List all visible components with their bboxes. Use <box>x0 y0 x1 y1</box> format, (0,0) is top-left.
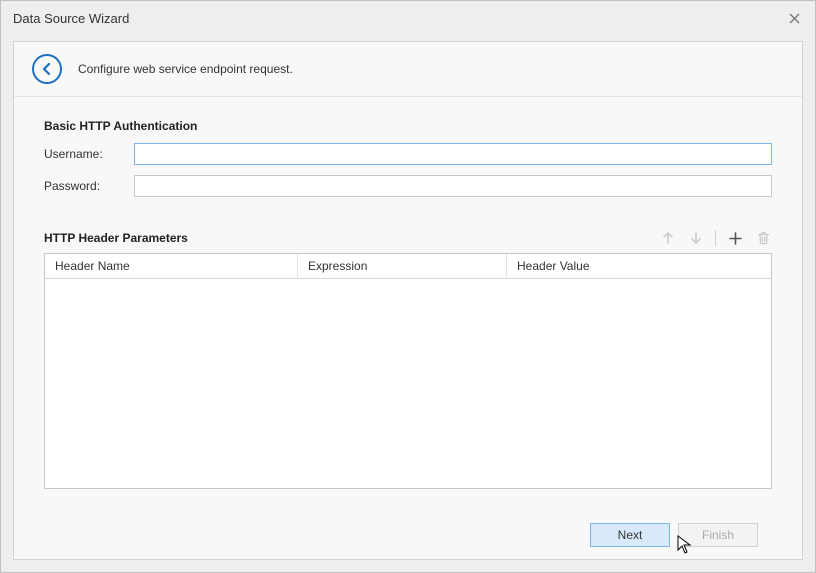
headers-toolbar <box>659 229 772 247</box>
wizard-body: Basic HTTP Authentication Username: Pass… <box>14 97 802 559</box>
trash-icon <box>757 231 770 245</box>
wizard-window: Data Source Wizard Configure web service… <box>0 0 816 573</box>
username-label: Username: <box>44 147 134 161</box>
headers-section-title: HTTP Header Parameters <box>44 231 188 245</box>
next-button[interactable]: Next <box>590 523 670 547</box>
password-label: Password: <box>44 179 134 193</box>
arrow-down-icon <box>690 231 702 245</box>
step-header: Configure web service endpoint request. <box>14 42 802 97</box>
move-up-button[interactable] <box>659 229 677 247</box>
headers-section-header: HTTP Header Parameters <box>44 229 772 247</box>
col-header-value[interactable]: Header Value <box>507 254 771 278</box>
col-header-expression[interactable]: Expression <box>298 254 507 278</box>
password-input[interactable] <box>134 175 772 197</box>
password-row: Password: <box>44 175 772 197</box>
content-panel: Configure web service endpoint request. … <box>13 41 803 560</box>
grid-body[interactable] <box>45 279 771 488</box>
move-down-button[interactable] <box>687 229 705 247</box>
titlebar: Data Source Wizard <box>1 1 815 35</box>
grid-header: Header Name Expression Header Value <box>45 254 771 279</box>
headers-grid: Header Name Expression Header Value <box>44 253 772 489</box>
back-button[interactable] <box>32 54 62 84</box>
arrow-left-icon <box>39 61 55 77</box>
add-button[interactable] <box>726 229 744 247</box>
arrow-up-icon <box>662 231 674 245</box>
window-title: Data Source Wizard <box>13 11 129 26</box>
delete-button[interactable] <box>754 229 772 247</box>
auth-section-title: Basic HTTP Authentication <box>44 119 772 133</box>
col-header-name[interactable]: Header Name <box>45 254 298 278</box>
finish-button[interactable]: Finish <box>678 523 758 547</box>
toolbar-separator <box>715 230 716 246</box>
step-description: Configure web service endpoint request. <box>78 62 293 76</box>
plus-icon <box>729 232 742 245</box>
username-row: Username: <box>44 143 772 165</box>
username-input[interactable] <box>134 143 772 165</box>
close-button[interactable] <box>783 7 805 29</box>
close-icon <box>789 13 800 24</box>
wizard-footer: Next Finish <box>44 511 772 559</box>
